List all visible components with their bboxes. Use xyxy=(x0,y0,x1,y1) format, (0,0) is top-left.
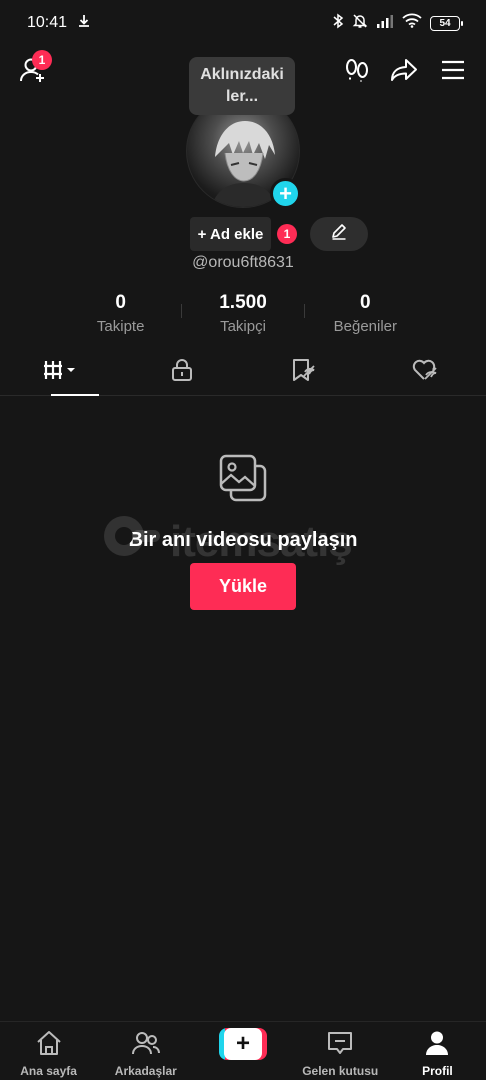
download-icon xyxy=(77,14,91,33)
share-arrow-icon xyxy=(390,58,418,87)
heart-icon xyxy=(411,358,439,387)
add-friend-button[interactable]: 1 xyxy=(18,50,52,86)
signal-icon xyxy=(376,14,394,33)
tab-liked[interactable] xyxy=(365,350,486,395)
likes-count: 0 xyxy=(360,292,371,313)
tab-saved[interactable] xyxy=(243,350,365,395)
nav-home-label: Ana sayfa xyxy=(20,1064,77,1078)
bluetooth-icon xyxy=(332,13,344,34)
bottom-nav: Ana sayfa Arkadaşlar + Gelen kutusu Prof… xyxy=(0,1021,486,1080)
stat-following[interactable]: 0 Takipte xyxy=(60,292,181,338)
status-tooltip[interactable]: Aklınızdaki ler... xyxy=(189,57,295,115)
grid-icon xyxy=(43,359,79,386)
create-plus-icon: + xyxy=(224,1028,262,1060)
footprints-icon xyxy=(344,57,370,88)
mute-bell-icon xyxy=(352,13,368,34)
photo-gallery-icon xyxy=(217,454,269,508)
wifi-icon xyxy=(402,13,422,33)
share-button[interactable] xyxy=(388,56,420,88)
edit-profile-button[interactable] xyxy=(310,217,368,251)
plus-icon: + xyxy=(279,180,292,206)
pencil-icon xyxy=(330,223,348,246)
stats-row: 0 Takipte 1.500 Takipçi 0 Beğeniler xyxy=(60,292,426,338)
lock-icon xyxy=(171,358,193,387)
bookmark-icon xyxy=(291,358,317,387)
battery-indicator: 54 xyxy=(430,15,463,31)
active-tab-indicator xyxy=(51,394,99,396)
followers-count: 1.500 xyxy=(219,292,267,313)
footprints-button[interactable] xyxy=(340,56,374,88)
friends-icon xyxy=(131,1030,161,1061)
add-photo-button[interactable]: + xyxy=(270,178,301,209)
stat-followers[interactable]: 1.500 Takipçi xyxy=(182,292,303,338)
followers-label: Takipçi xyxy=(220,318,266,335)
hamburger-menu-icon xyxy=(441,60,465,85)
nav-friends-label: Arkadaşlar xyxy=(114,1064,177,1078)
nav-inbox-label: Gelen kutusu xyxy=(302,1064,379,1078)
nav-friends[interactable]: Arkadaşlar xyxy=(97,1022,194,1080)
add-name-badge: 1 xyxy=(277,224,297,244)
home-icon xyxy=(35,1030,63,1061)
name-row: + Ad ekle 1 xyxy=(0,217,486,251)
profile-person-icon xyxy=(424,1030,450,1061)
status-left: 10:41 xyxy=(27,14,91,33)
upload-button[interactable]: Yükle xyxy=(190,563,296,610)
status-right: 54 xyxy=(332,13,463,34)
status-time: 10:41 xyxy=(27,14,68,31)
nav-home[interactable]: Ana sayfa xyxy=(0,1022,97,1080)
empty-state-title: Bir anı videosu paylaşın xyxy=(128,529,358,551)
nav-profile-label: Profil xyxy=(422,1064,453,1078)
create-button[interactable]: + xyxy=(219,1028,267,1060)
following-count: 0 xyxy=(115,292,126,313)
tab-private[interactable] xyxy=(122,350,244,395)
nav-create[interactable]: + xyxy=(194,1022,291,1080)
likes-label: Beğeniler xyxy=(333,318,398,335)
following-label: Takipte xyxy=(96,318,145,335)
add-name-button[interactable]: + Ad ekle xyxy=(190,217,271,251)
menu-button[interactable] xyxy=(438,56,468,88)
tab-videos[interactable] xyxy=(0,350,122,396)
status-bar: 10:41 54 xyxy=(0,0,486,46)
inbox-icon xyxy=(326,1030,354,1061)
nav-profile[interactable]: Profil xyxy=(389,1022,486,1080)
empty-state: Bir anı videosu paylaşın xyxy=(0,452,486,552)
username: @orou6ft8631 xyxy=(192,254,294,271)
friend-requests-badge: 1 xyxy=(32,50,52,70)
content-tabs xyxy=(0,350,486,396)
stat-likes[interactable]: 0 Beğeniler xyxy=(305,292,426,338)
nav-inbox[interactable]: Gelen kutusu xyxy=(292,1022,389,1080)
